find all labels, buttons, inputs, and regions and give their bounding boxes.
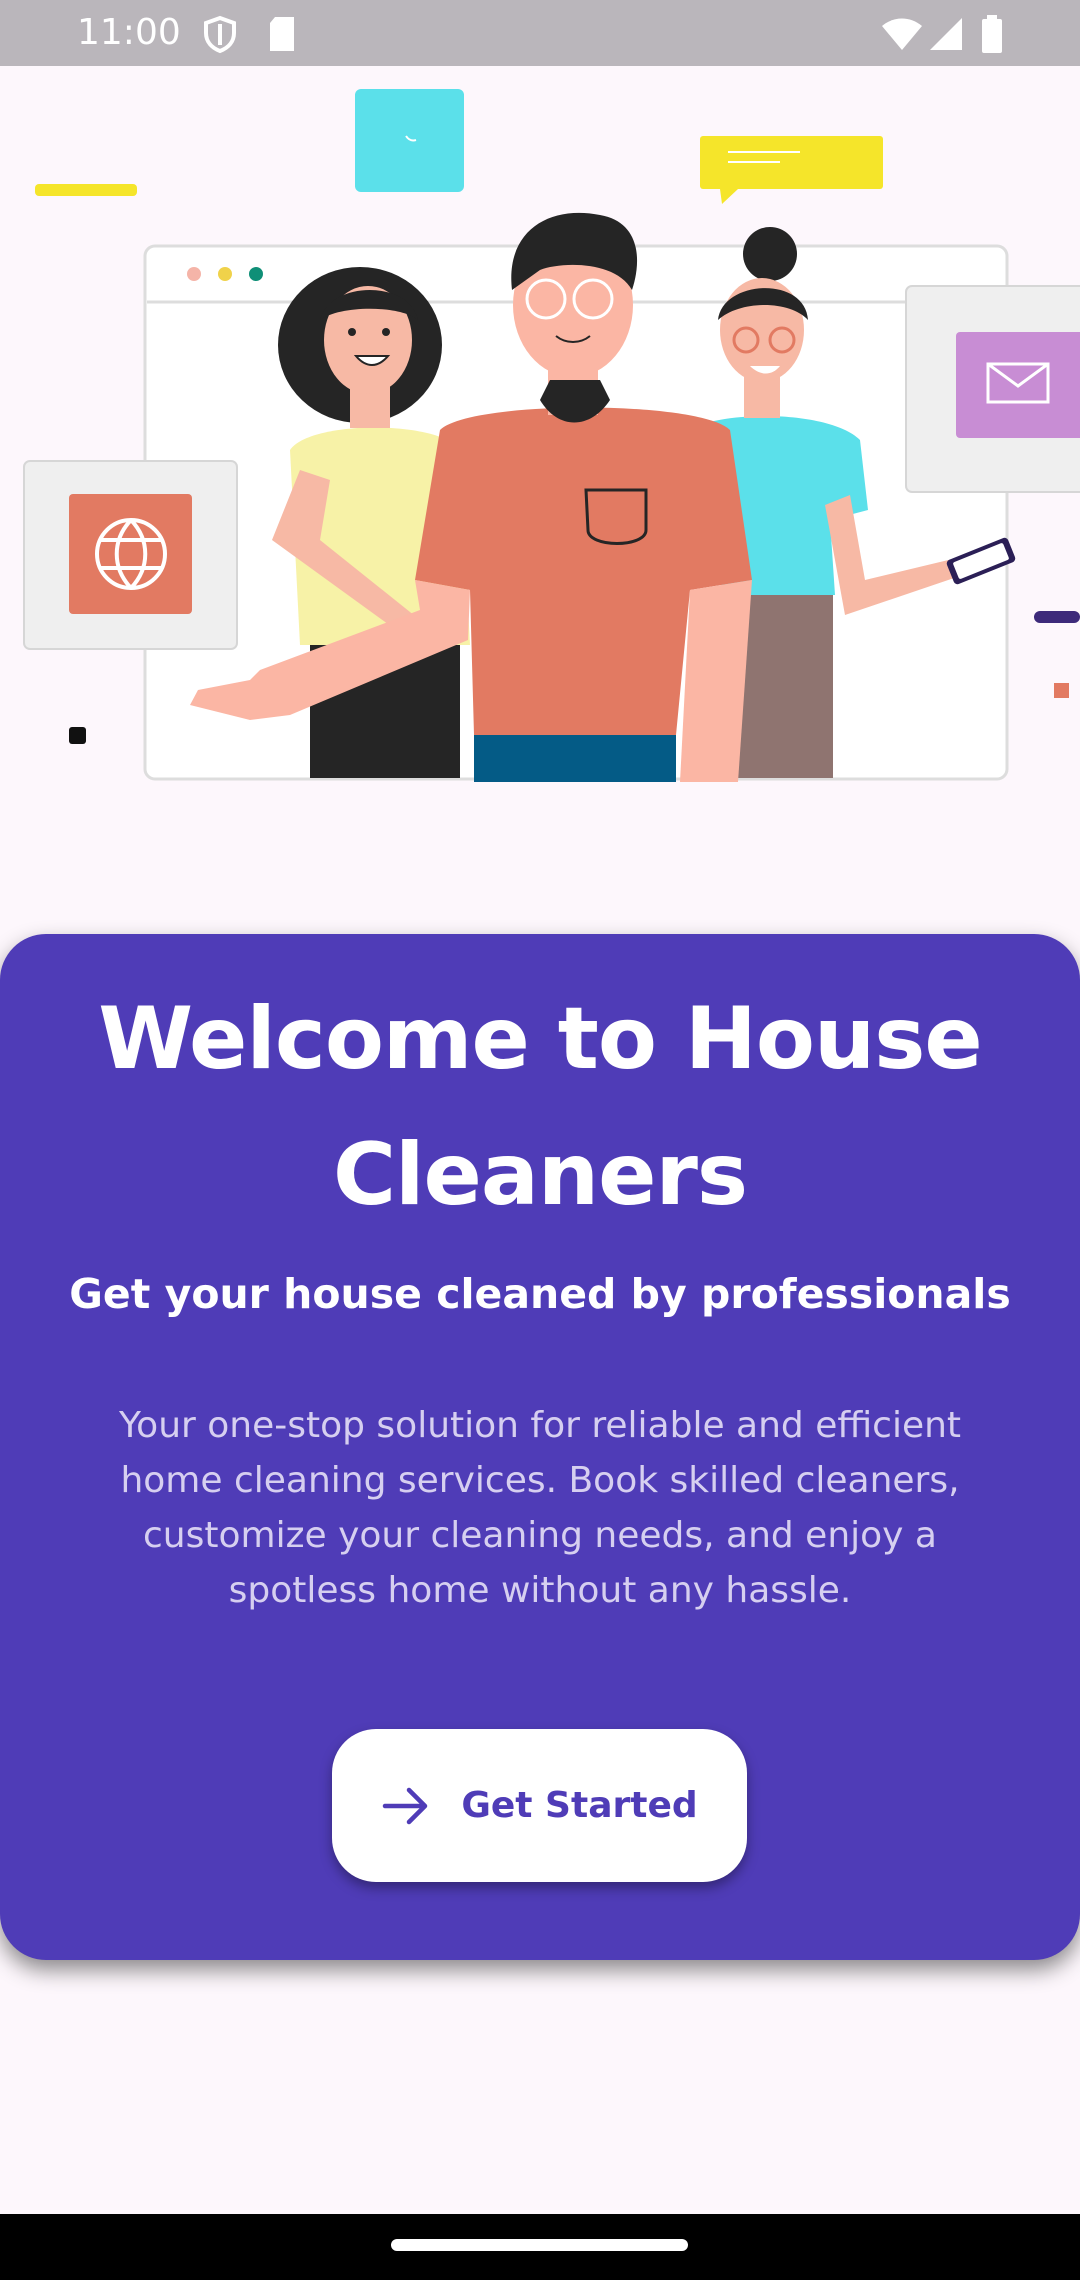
arrow-right-icon [383, 1787, 428, 1824]
shield-icon [204, 15, 236, 54]
get-started-button[interactable]: Get Started [332, 1729, 747, 1882]
yellow-bar-decoration [35, 184, 137, 196]
welcome-title: Welcome to House Cleaners [98, 989, 982, 1225]
welcome-subtitle: Get your house cleaned by professionals [69, 1270, 1011, 1318]
battery-icon [982, 15, 1002, 53]
hero-illustration [23, 89, 1080, 782]
sd-card-icon [270, 17, 294, 51]
cellular-signal-icon [930, 18, 962, 50]
home-gesture-handle[interactable] [391, 2239, 688, 2251]
welcome-description: Your one-stop solution for reliable and … [118, 1405, 962, 1611]
status-bar: 11:00 [0, 0, 1080, 66]
chat-bubble-icon [700, 136, 883, 204]
wifi-icon [882, 18, 922, 50]
welcome-card: Welcome to House Cleaners Get your house… [0, 934, 1080, 1960]
status-time: 11:00 [77, 12, 181, 53]
get-started-label: Get Started [461, 1785, 698, 1826]
